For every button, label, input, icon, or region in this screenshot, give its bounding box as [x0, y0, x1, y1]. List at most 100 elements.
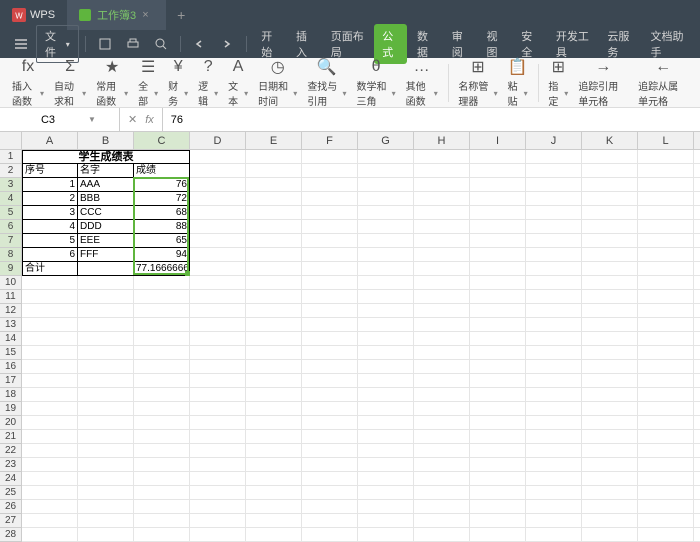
cell-I10[interactable]: [470, 276, 526, 290]
cell-M19[interactable]: [694, 402, 700, 416]
cell-A27[interactable]: [22, 514, 78, 528]
cell-C10[interactable]: [134, 276, 190, 290]
cell-G13[interactable]: [358, 318, 414, 332]
cell-I9[interactable]: [470, 262, 526, 276]
cell-H6[interactable]: [414, 220, 470, 234]
print-preview-icon[interactable]: [148, 33, 174, 55]
cell-J28[interactable]: [526, 528, 582, 542]
cell-I18[interactable]: [470, 388, 526, 402]
cell-K24[interactable]: [582, 472, 638, 486]
cell-J24[interactable]: [526, 472, 582, 486]
cell-C16[interactable]: [134, 360, 190, 374]
cell-A22[interactable]: [22, 444, 78, 458]
row-header-21[interactable]: 21: [0, 430, 22, 444]
cell-L10[interactable]: [638, 276, 694, 290]
cell-D5[interactable]: [190, 206, 246, 220]
cell-L3[interactable]: [638, 178, 694, 192]
cell-F23[interactable]: [302, 458, 358, 472]
cell-K12[interactable]: [582, 304, 638, 318]
ribbon-其他函数[interactable]: …其他函数▾: [402, 57, 442, 108]
cell-D22[interactable]: [190, 444, 246, 458]
cell-L18[interactable]: [638, 388, 694, 402]
cell-A21[interactable]: [22, 430, 78, 444]
cell-A7[interactable]: 5: [22, 234, 78, 248]
cell-L24[interactable]: [638, 472, 694, 486]
cell-G27[interactable]: [358, 514, 414, 528]
cell-G17[interactable]: [358, 374, 414, 388]
cell-B11[interactable]: [78, 290, 134, 304]
row-header-25[interactable]: 25: [0, 486, 22, 500]
cell-D25[interactable]: [190, 486, 246, 500]
cell-B12[interactable]: [78, 304, 134, 318]
cell-I3[interactable]: [470, 178, 526, 192]
cell-A24[interactable]: [22, 472, 78, 486]
cell-I15[interactable]: [470, 346, 526, 360]
cell-I22[interactable]: [470, 444, 526, 458]
cell-H2[interactable]: [414, 164, 470, 178]
row-header-8[interactable]: 8: [0, 248, 22, 262]
ribbon-自动求和[interactable]: Σ自动求和▾: [50, 57, 90, 108]
cell-E12[interactable]: [246, 304, 302, 318]
cell-I5[interactable]: [470, 206, 526, 220]
cell-J3[interactable]: [526, 178, 582, 192]
row-header-10[interactable]: 10: [0, 276, 22, 290]
cell-H4[interactable]: [414, 192, 470, 206]
ribbon-常用函数[interactable]: ★常用函数▾: [92, 57, 132, 108]
cell-J6[interactable]: [526, 220, 582, 234]
row-header-13[interactable]: 13: [0, 318, 22, 332]
cell-M2[interactable]: [694, 164, 700, 178]
row-header-9[interactable]: 9: [0, 262, 22, 276]
cell-F14[interactable]: [302, 332, 358, 346]
cell-K17[interactable]: [582, 374, 638, 388]
cell-A16[interactable]: [22, 360, 78, 374]
spreadsheet-grid[interactable]: ABCDEFGHIJKLM 12345678910111213141516171…: [0, 132, 700, 538]
cell-G1[interactable]: [358, 150, 414, 164]
cell-B17[interactable]: [78, 374, 134, 388]
cell-M25[interactable]: [694, 486, 700, 500]
cell-M12[interactable]: [694, 304, 700, 318]
cell-G15[interactable]: [358, 346, 414, 360]
ribbon-指定[interactable]: ⊞指定▾: [544, 57, 572, 108]
column-header-B[interactable]: B: [78, 132, 134, 150]
cell-H7[interactable]: [414, 234, 470, 248]
cell-D4[interactable]: [190, 192, 246, 206]
column-header-G[interactable]: G: [358, 132, 414, 150]
column-header-I[interactable]: I: [470, 132, 526, 150]
cell-F26[interactable]: [302, 500, 358, 514]
cell-K9[interactable]: [582, 262, 638, 276]
cell-D18[interactable]: [190, 388, 246, 402]
cell-C17[interactable]: [134, 374, 190, 388]
cell-B8[interactable]: FFF: [78, 248, 134, 262]
cell-C27[interactable]: [134, 514, 190, 528]
cell-M8[interactable]: [694, 248, 700, 262]
cell-G2[interactable]: [358, 164, 414, 178]
cell-G16[interactable]: [358, 360, 414, 374]
row-header-24[interactable]: 24: [0, 472, 22, 486]
cell-F15[interactable]: [302, 346, 358, 360]
row-header-12[interactable]: 12: [0, 304, 22, 318]
cell-L5[interactable]: [638, 206, 694, 220]
cell-M27[interactable]: [694, 514, 700, 528]
cell-C7[interactable]: 65: [134, 234, 190, 248]
name-box[interactable]: ▼: [0, 108, 120, 131]
ribbon-文本[interactable]: A文本▾: [224, 57, 252, 108]
cell-I12[interactable]: [470, 304, 526, 318]
ribbon-数学和三角[interactable]: θ数学和三角▾: [352, 57, 399, 108]
cell-D6[interactable]: [190, 220, 246, 234]
cell-F10[interactable]: [302, 276, 358, 290]
cell-H14[interactable]: [414, 332, 470, 346]
cell-B3[interactable]: AAA: [78, 178, 134, 192]
ribbon-追踪从属单元格[interactable]: ←追踪从属单元格: [634, 57, 692, 108]
cell-G24[interactable]: [358, 472, 414, 486]
cell-H21[interactable]: [414, 430, 470, 444]
cell-F9[interactable]: [302, 262, 358, 276]
cell-F8[interactable]: [302, 248, 358, 262]
cell-D19[interactable]: [190, 402, 246, 416]
cell-J17[interactable]: [526, 374, 582, 388]
cell-F12[interactable]: [302, 304, 358, 318]
cell-L27[interactable]: [638, 514, 694, 528]
cell-F27[interactable]: [302, 514, 358, 528]
column-header-E[interactable]: E: [246, 132, 302, 150]
cell-H1[interactable]: [414, 150, 470, 164]
cell-L21[interactable]: [638, 430, 694, 444]
